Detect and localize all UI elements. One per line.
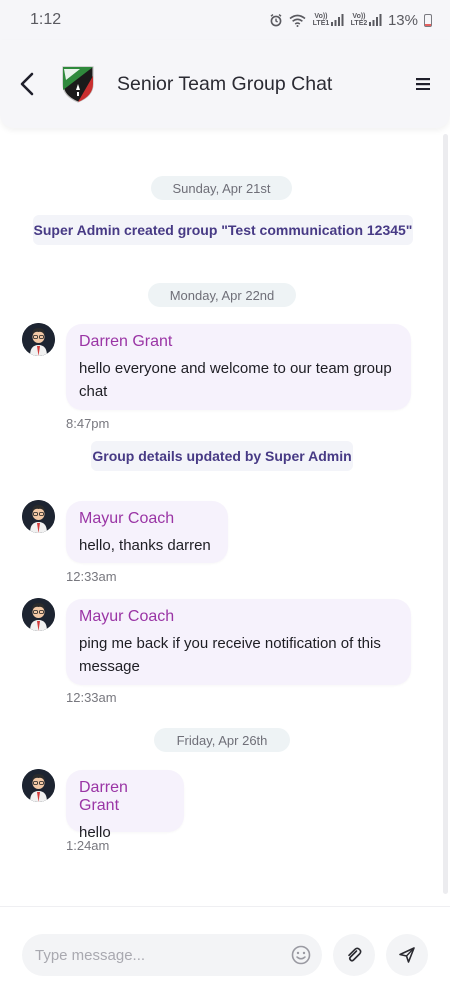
alarm-icon: [269, 13, 283, 27]
message-composer: [0, 906, 450, 1000]
avatar[interactable]: [22, 500, 55, 533]
avatar[interactable]: [22, 323, 55, 356]
send-icon: [399, 947, 415, 963]
coach-avatar-icon: [22, 598, 55, 631]
date-separator: Friday, Apr 26th: [154, 728, 290, 752]
system-message: Group details updated by Super Admin: [91, 441, 353, 471]
coach-avatar-icon: [22, 323, 55, 356]
status-time: 1:12: [30, 11, 62, 28]
back-button[interactable]: [14, 69, 40, 99]
menu-button[interactable]: [410, 71, 436, 97]
message-bubble[interactable]: Mayur Coach ping me back if you receive …: [66, 599, 411, 685]
lte1-label: Vo)) LTE1: [312, 13, 330, 27]
emoji-button[interactable]: [290, 944, 312, 966]
volte-lte1-signal-icon: Vo)) LTE1: [312, 13, 344, 27]
volte-lte2-signal-icon: Vo)) LTE2: [350, 13, 382, 27]
status-bar: 1:12 Vo)) LTE1 Vo)) LTE2 13%: [0, 0, 450, 40]
lte2-label: Vo)) LTE2: [350, 13, 368, 27]
date-separator: Sunday, Apr 21st: [151, 176, 292, 200]
team-shield-logo: [62, 66, 94, 103]
chat-title: Senior Team Group Chat: [117, 72, 333, 95]
back-arrow-icon: [20, 72, 34, 96]
message-time: 12:33am: [66, 690, 117, 705]
coach-avatar-icon: [22, 769, 55, 802]
status-icons: Vo)) LTE1 Vo)) LTE2 13%: [269, 12, 432, 29]
message-time: 8:47pm: [66, 416, 110, 431]
emoji-smile-icon: [291, 945, 311, 965]
attach-button[interactable]: [333, 934, 375, 976]
coach-avatar-icon: [22, 500, 55, 533]
message-bubble[interactable]: Mayur Coach hello, thanks darren: [66, 501, 228, 563]
hamburger-menu-icon: [416, 78, 430, 90]
avatar[interactable]: [22, 598, 55, 631]
message-input-wrapper[interactable]: [22, 934, 322, 976]
message-input[interactable]: [35, 946, 290, 964]
wifi-icon: [289, 14, 306, 27]
avatar[interactable]: [22, 769, 55, 802]
date-separator: Monday, Apr 22nd: [148, 283, 296, 307]
chat-messages-area[interactable]: Sunday, Apr 21st Super Admin created gro…: [0, 128, 450, 906]
send-button[interactable]: [386, 934, 428, 976]
message-text: hello everyone and welcome to our team g…: [79, 360, 392, 400]
sender-name: Darren Grant: [79, 779, 128, 814]
chat-header: Senior Team Group Chat: [0, 40, 450, 128]
group-logo[interactable]: [60, 64, 96, 104]
sender-name: Mayur Coach: [79, 510, 175, 527]
system-message: Super Admin created group "Test communic…: [33, 215, 413, 245]
message-time: 1:24am: [66, 838, 110, 853]
message-time: 12:33am: [66, 569, 117, 584]
sender-name: Mayur Coach: [79, 608, 175, 625]
scrollbar[interactable]: [443, 134, 448, 894]
sender-name: Darren Grant: [79, 333, 173, 350]
message-bubble[interactable]: Darren Grant hello everyone and welcome …: [66, 324, 411, 410]
battery-icon: [424, 13, 432, 27]
paperclip-icon: [348, 947, 362, 962]
message-text: hello, thanks darren: [79, 537, 211, 554]
battery-percentage: 13%: [387, 11, 418, 29]
message-bubble[interactable]: Darren Grant hello: [66, 770, 184, 841]
message-text: ping me back if you receive notification…: [79, 635, 381, 675]
